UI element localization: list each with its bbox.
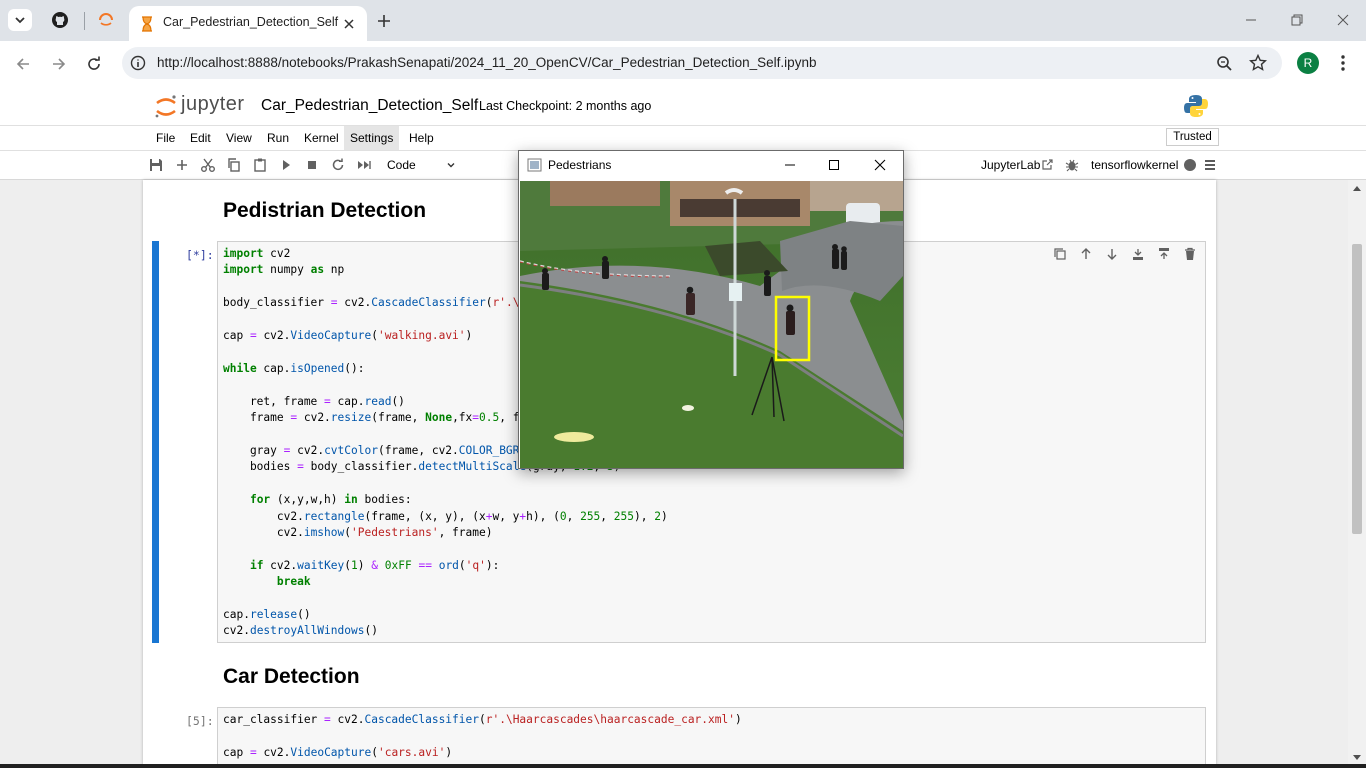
duplicate-cell-icon[interactable] <box>1053 247 1067 261</box>
debugger-bug-icon[interactable] <box>1065 158 1079 172</box>
delete-cell-icon[interactable] <box>1183 247 1197 261</box>
external-link-icon[interactable] <box>1041 158 1054 171</box>
minimize-icon <box>1246 19 1256 21</box>
scroll-up-arrow-icon[interactable] <box>1352 184 1362 192</box>
page-scrollbar[interactable] <box>1348 180 1366 768</box>
trusted-indicator[interactable]: Trusted <box>1166 128 1219 146</box>
python-logo <box>1183 93 1209 119</box>
heading-pedestrian-detection: Pedistrian Detection <box>223 199 427 222</box>
scroll-down-arrow-icon[interactable] <box>1352 754 1362 762</box>
tab-close-button[interactable] <box>339 14 359 34</box>
browser-menu-button[interactable] <box>1333 52 1353 74</box>
plus-icon <box>378 15 390 27</box>
menu-help[interactable]: Help <box>403 126 440 150</box>
menu-settings[interactable]: Settings <box>344 126 400 150</box>
tab-title: Car_Pedestrian_Detection_Self <box>163 15 339 29</box>
forward-button[interactable] <box>46 51 72 77</box>
popup-minimize-button[interactable] <box>777 154 803 176</box>
url-text[interactable]: http://localhost:8888/notebooks/PrakashS… <box>157 55 816 70</box>
cell-toolbar <box>1051 246 1199 264</box>
arrow-left-icon <box>16 58 29 70</box>
reload-button[interactable] <box>81 51 107 77</box>
active-cell-marker <box>152 241 159 643</box>
paste-icon[interactable] <box>252 157 268 173</box>
scrollbar-thumb[interactable] <box>1352 244 1362 534</box>
arrow-right-icon <box>53 58 66 70</box>
insert-below-icon[interactable] <box>1157 247 1171 261</box>
hamburger-menu-icon[interactable] <box>1203 158 1217 172</box>
menu-run[interactable]: Run <box>261 126 295 150</box>
code-editor-car[interactable]: car_classifier = cv2.CascadeClassifier(r… <box>223 712 742 761</box>
restore-window-button[interactable] <box>1284 8 1310 32</box>
notebook-title[interactable]: Car_Pedestrian_Detection_Self <box>261 97 478 115</box>
close-icon <box>344 19 354 29</box>
heading-car-detection: Car Detection <box>223 665 360 688</box>
copy-icon[interactable] <box>226 157 242 173</box>
star-icon[interactable] <box>1249 54 1267 72</box>
tab-search-button[interactable] <box>8 9 32 31</box>
kebab-menu-icon <box>1341 55 1345 71</box>
restart-icon[interactable] <box>330 157 346 173</box>
menu-bar: File Edit View Run Kernel Settings Help <box>0 125 1366 151</box>
run-icon[interactable] <box>278 157 294 173</box>
kernel-name[interactable]: tensorflowkernel <box>1091 158 1178 172</box>
insert-above-icon[interactable] <box>1131 247 1145 261</box>
tab-divider <box>84 12 85 30</box>
kernel-busy-icon <box>1184 159 1196 171</box>
window-app-icon <box>527 158 542 172</box>
cell-type-select[interactable]: Code <box>381 155 461 175</box>
jupyter-loading-icon <box>99 13 113 26</box>
python-icon <box>1184 95 1208 117</box>
github-icon <box>52 12 68 28</box>
reload-icon <box>88 56 100 70</box>
cell-prompt: [*]: <box>186 248 214 262</box>
popup-maximize-button[interactable] <box>821 154 847 176</box>
menu-file[interactable]: File <box>150 126 181 150</box>
restore-icon <box>1291 14 1303 26</box>
chevron-down-icon <box>447 163 455 168</box>
jupyter-logo-text: jupyter <box>181 93 245 115</box>
chevron-down-icon <box>15 17 25 24</box>
save-icon[interactable] <box>148 157 164 173</box>
address-bar[interactable]: http://localhost:8888/notebooks/PrakashS… <box>122 47 1282 79</box>
jupyterlab-link[interactable]: JupyterLab <box>981 158 1040 172</box>
hourglass-icon <box>142 16 152 32</box>
minimize-icon <box>785 164 795 166</box>
browser-tab-strip: Car_Pedestrian_Detection_Self <box>0 0 1366 41</box>
jupyter-pinned-tab[interactable] <box>94 8 118 32</box>
checkpoint-status: Last Checkpoint: 2 months ago <box>479 99 652 113</box>
video-frame <box>520 181 903 468</box>
opencv-pedestrians-window[interactable]: Pedestrians <box>518 150 904 469</box>
zoom-icon[interactable] <box>1216 55 1233 72</box>
cut-icon[interactable] <box>200 157 216 173</box>
info-icon[interactable] <box>130 55 146 71</box>
maximize-icon <box>829 160 839 170</box>
jupyter-logo-icon <box>155 95 176 118</box>
taskbar-edge <box>0 764 1366 768</box>
close-window-button[interactable] <box>1330 8 1356 32</box>
move-up-icon[interactable] <box>1079 247 1093 261</box>
menu-kernel[interactable]: Kernel <box>298 126 345 150</box>
jupyter-logo[interactable]: jupyter <box>154 93 254 123</box>
cell-prompt: [5]: <box>186 714 214 728</box>
add-cell-icon[interactable] <box>174 157 190 173</box>
move-down-icon[interactable] <box>1105 247 1119 261</box>
github-tab[interactable] <box>48 8 72 32</box>
active-tab[interactable]: Car_Pedestrian_Detection_Self <box>129 6 367 41</box>
detected-pedestrian <box>786 311 795 335</box>
popup-close-button[interactable] <box>867 154 893 176</box>
fast-forward-icon[interactable] <box>356 157 372 173</box>
stop-icon[interactable] <box>304 157 320 173</box>
close-icon <box>874 159 886 171</box>
minimize-window-button[interactable] <box>1238 8 1264 32</box>
new-tab-button[interactable] <box>372 9 396 33</box>
close-icon <box>1337 14 1349 26</box>
window-title: Pedestrians <box>548 158 612 172</box>
cell-type-value: Code <box>387 158 416 172</box>
profile-avatar[interactable]: R <box>1297 52 1319 74</box>
menu-edit[interactable]: Edit <box>184 126 217 150</box>
back-button[interactable] <box>10 51 36 77</box>
menu-view[interactable]: View <box>220 126 258 150</box>
